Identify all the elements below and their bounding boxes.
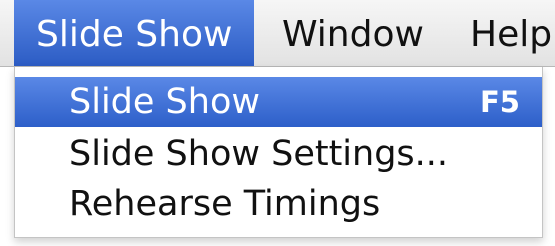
menu-item-label: Rehearse Timings — [69, 184, 381, 224]
slide-show-dropdown-menu: Slide Show F5 Slide Show Settings... Reh… — [14, 67, 543, 238]
menu-help[interactable]: Help — [470, 0, 552, 66]
menu-window[interactable]: Window — [282, 0, 424, 66]
menu-item-rehearse-timings[interactable]: Rehearse Timings — [15, 179, 542, 229]
menu-item-label: Slide Show Settings... — [69, 134, 449, 174]
menu-item-label: Slide Show — [69, 82, 260, 122]
menu-item-shortcut: F5 — [480, 85, 520, 119]
menu-bar: Slide Show Window Help — [0, 0, 555, 67]
menu-slide-show[interactable]: Slide Show — [14, 0, 255, 66]
menu-item-slide-show-settings[interactable]: Slide Show Settings... — [15, 129, 542, 179]
menu-item-slide-show[interactable]: Slide Show F5 — [15, 77, 542, 127]
